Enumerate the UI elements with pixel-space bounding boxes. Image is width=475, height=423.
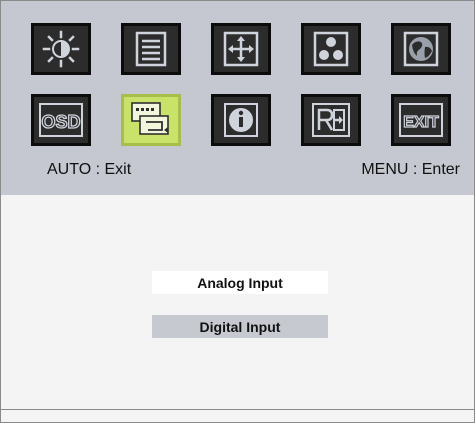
exit-icon[interactable]: EXIT: [391, 94, 451, 146]
image-setup-icon[interactable]: [121, 23, 181, 75]
osd-settings-icon[interactable]: OSD: [31, 94, 91, 146]
osd-icon-label: OSD: [41, 112, 80, 132]
information-icon[interactable]: [211, 94, 271, 146]
menu-enter-hint: MENU : Enter: [361, 161, 460, 178]
exit-icon-label: EXIT: [403, 114, 439, 131]
language-icon[interactable]: [391, 23, 451, 75]
osd-icon-panel: OSD EXIT AUTO: Exit MENU: Enter: [1, 1, 474, 195]
reset-icon[interactable]: [301, 94, 361, 146]
icon-row-1: [31, 23, 451, 75]
osd-menu: OSD EXIT AUTO: Exit MENU: Enter Analog…: [0, 0, 475, 423]
icon-row-2: OSD EXIT: [31, 94, 451, 146]
auto-exit-hint: AUTO : Exit: [47, 161, 132, 178]
position-icon[interactable]: [211, 23, 271, 75]
brightness-icon[interactable]: [31, 23, 91, 75]
submenu-panel: Analog Input Digital Input: [1, 195, 474, 409]
analog-input-option[interactable]: Analog Input: [152, 271, 328, 294]
divider: [1, 409, 474, 410]
input-select-icon[interactable]: [121, 94, 181, 146]
color-icon[interactable]: [301, 23, 361, 75]
digital-input-option[interactable]: Digital Input: [152, 315, 328, 338]
